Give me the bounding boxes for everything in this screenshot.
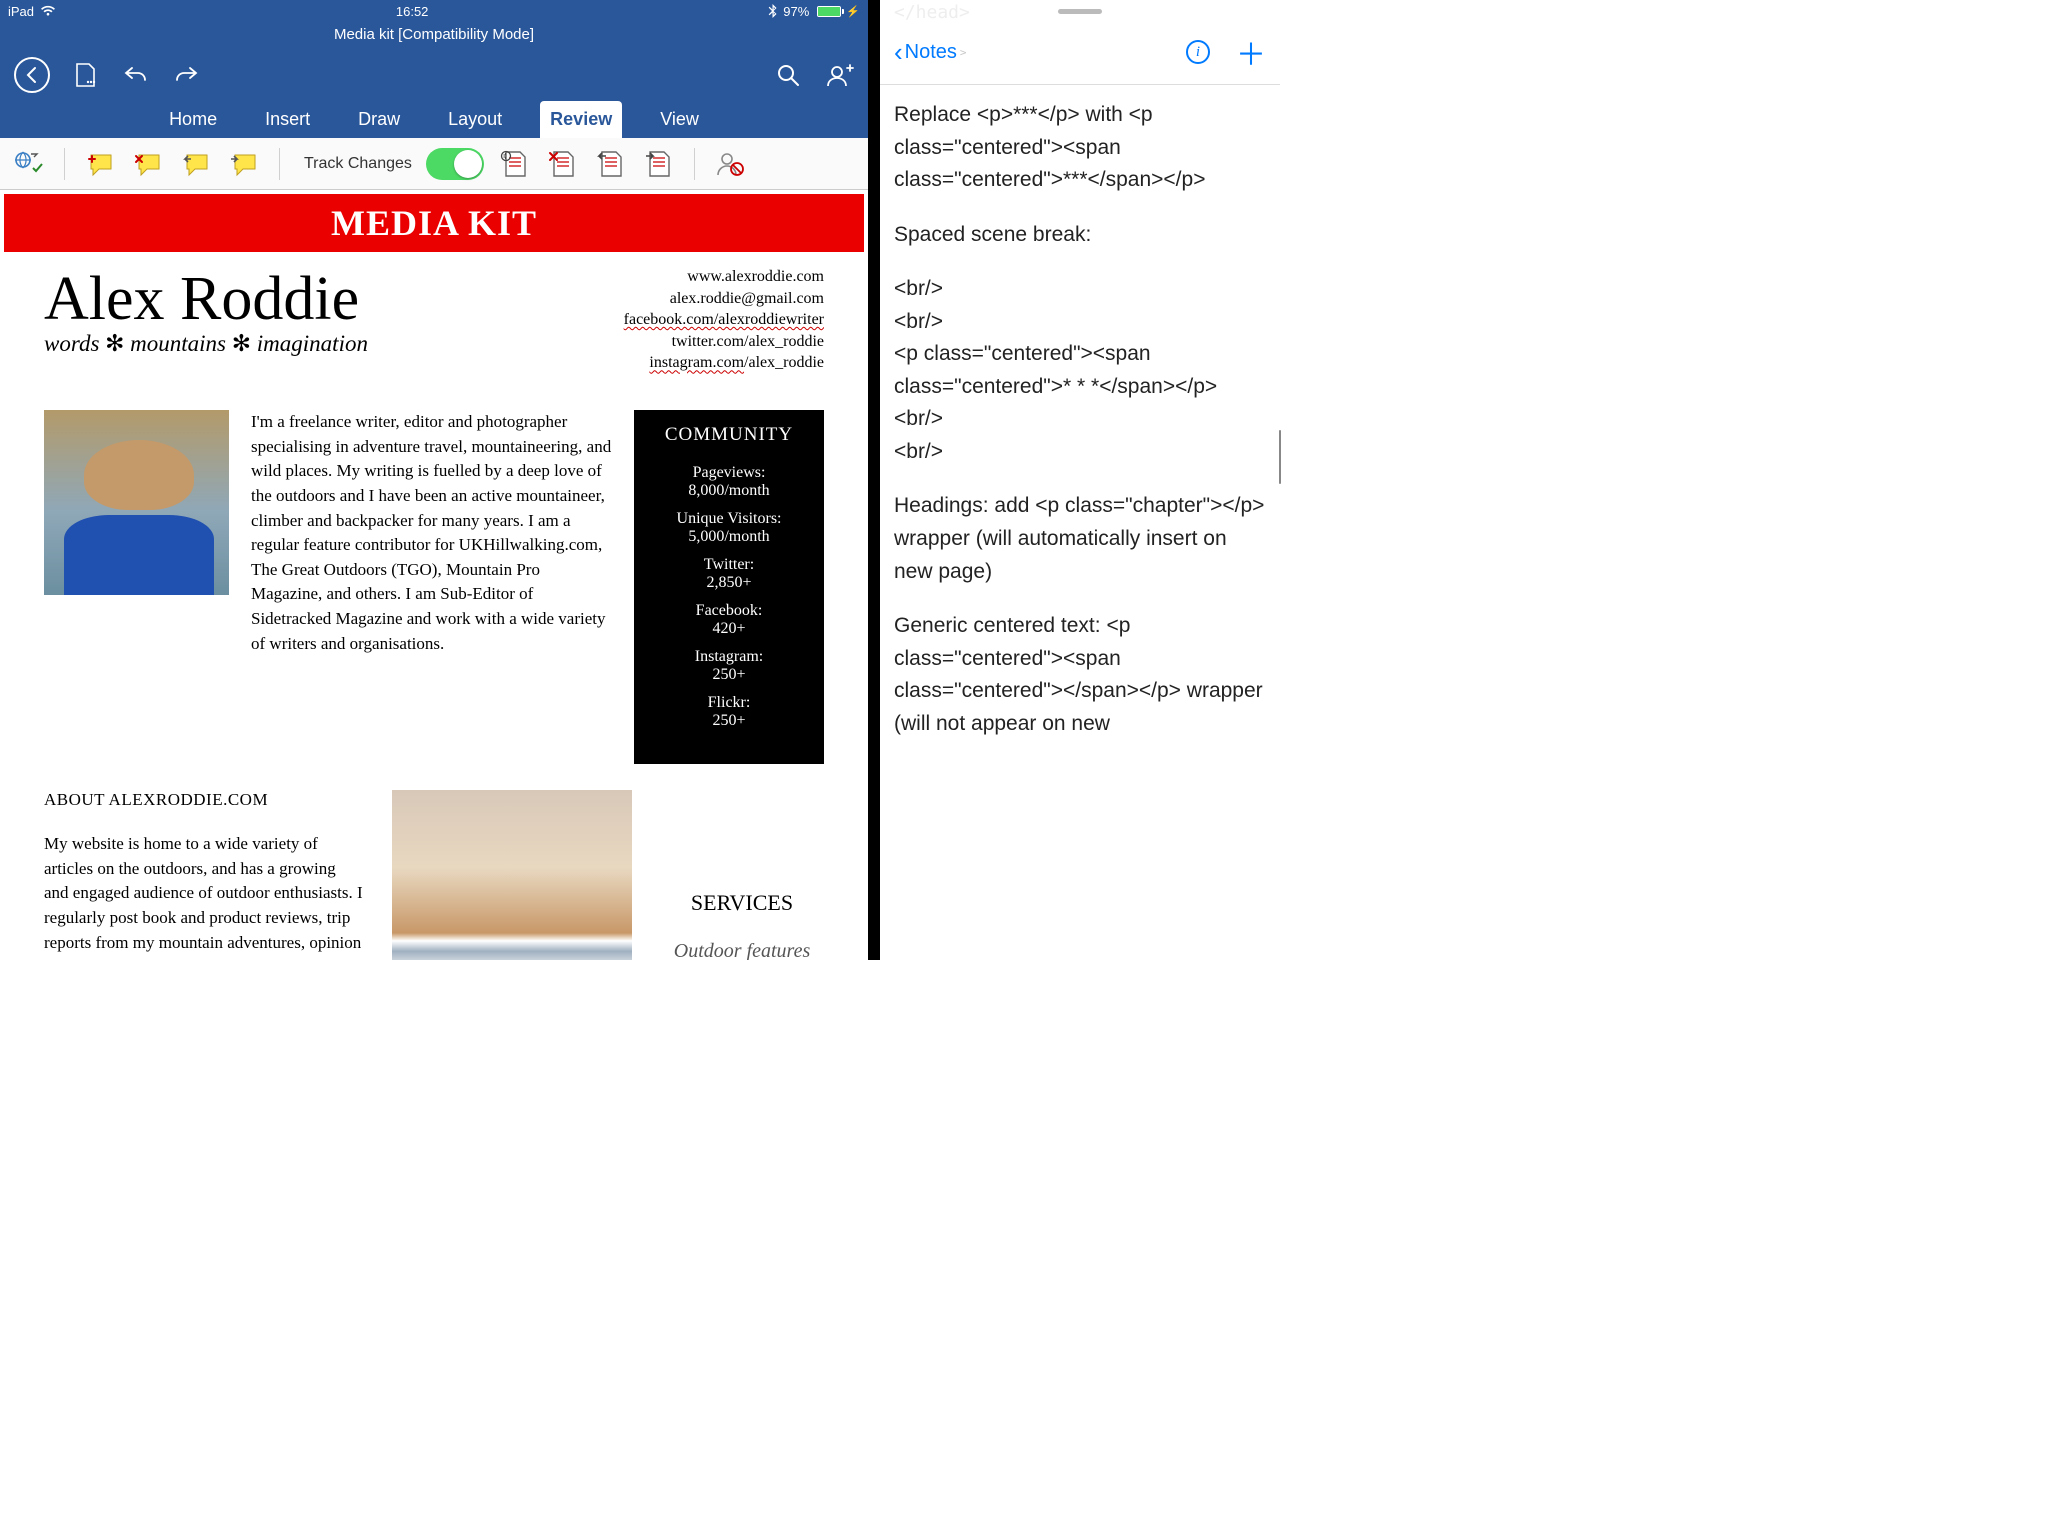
ios-status-bar: iPad 16:52 97% ⚡ <box>0 0 868 22</box>
block-authors-button[interactable] <box>713 147 747 181</box>
bio-text: I'm a freelance writer, editor and photo… <box>251 410 612 764</box>
notes-drag-handle[interactable]: </head> <box>880 0 1280 22</box>
undo-button[interactable] <box>122 61 150 89</box>
display-for-review-button[interactable] <box>498 147 532 181</box>
note-paragraph: Replace <p>***</p> with <p class="center… <box>894 99 1266 197</box>
document-title: Media kit [Compatibility Mode] <box>0 22 868 49</box>
about-text: My website is home to a wide variety of … <box>44 832 364 960</box>
bluetooth-icon <box>768 4 777 18</box>
title-toolbar <box>0 49 868 93</box>
notes-app: </head> ‹ Notes> i ＋ Replace <p>***</p> … <box>868 0 1280 960</box>
previous-comment-button[interactable] <box>179 147 213 181</box>
about-heading: ABOUT ALEXRODDIE.COM <box>44 790 364 810</box>
track-changes-toggle[interactable] <box>426 148 484 180</box>
track-changes-label: Track Changes <box>304 155 412 173</box>
service-item: Outdoor features <box>660 940 824 960</box>
battery-pct: 97% <box>783 4 809 19</box>
note-paragraph: Spaced scene break: <box>894 219 1266 252</box>
author-photo <box>44 410 229 595</box>
contact-info: www.alexroddie.com alex.roddie@gmail.com… <box>624 258 824 374</box>
search-button[interactable] <box>774 61 802 89</box>
community-box: COMMUNITY Pageviews:8,000/month Unique V… <box>634 410 824 764</box>
ribbon-tabs: Home Insert Draw Layout Review View <box>0 93 868 138</box>
reject-change-button[interactable] <box>546 147 580 181</box>
notes-nav-bar: ‹ Notes> i ＋ <box>880 22 1280 85</box>
new-note-button[interactable]: ＋ <box>1236 30 1266 74</box>
tab-insert[interactable]: Insert <box>255 101 320 138</box>
tab-layout[interactable]: Layout <box>438 101 512 138</box>
next-change-button[interactable] <box>642 147 676 181</box>
chevron-left-icon: ‹ <box>894 37 903 68</box>
wifi-icon <box>40 5 56 17</box>
new-comment-button[interactable] <box>83 147 117 181</box>
device-name: iPad <box>8 4 34 19</box>
notes-back-button[interactable]: ‹ Notes> <box>894 37 967 68</box>
note-paragraph: <br/> <br/> <p class="centered"><span cl… <box>894 273 1266 468</box>
back-button[interactable] <box>14 57 50 93</box>
proofing-button[interactable] <box>12 147 46 181</box>
tab-view[interactable]: View <box>650 101 709 138</box>
status-time: 16:52 <box>396 4 429 19</box>
mountain-image <box>392 790 632 960</box>
ghost-head-text: </head> <box>894 2 970 23</box>
tab-review[interactable]: Review <box>540 101 622 138</box>
previous-change-button[interactable] <box>594 147 628 181</box>
note-paragraph: Generic centered text: <p class="centere… <box>894 610 1266 740</box>
info-button[interactable]: i <box>1186 40 1210 64</box>
file-menu-button[interactable] <box>72 61 100 89</box>
note-paragraph: Headings: add <p class="chapter"></p> wr… <box>894 490 1266 588</box>
delete-comment-button[interactable] <box>131 147 165 181</box>
scroll-indicator[interactable] <box>1279 430 1282 484</box>
author-name: Alex Roddie <box>44 264 368 335</box>
tab-draw[interactable]: Draw <box>348 101 410 138</box>
word-app: iPad 16:52 97% ⚡ Media kit [Compatibilit… <box>0 0 868 960</box>
share-button[interactable] <box>826 61 854 89</box>
document-canvas[interactable]: MEDIA KIT Alex Roddie words ✻ mountains … <box>0 190 868 960</box>
tab-home[interactable]: Home <box>159 101 227 138</box>
review-ribbon: Track Changes <box>0 138 868 190</box>
battery-icon: ⚡ <box>815 5 860 18</box>
banner-heading: MEDIA KIT <box>4 194 864 252</box>
redo-button[interactable] <box>172 61 200 89</box>
next-comment-button[interactable] <box>227 147 261 181</box>
services-heading: SERVICES <box>660 890 824 916</box>
note-content[interactable]: Replace <p>***</p> with <p class="center… <box>880 85 1280 776</box>
tagline: words ✻ mountains ✻ imagination <box>44 331 368 357</box>
